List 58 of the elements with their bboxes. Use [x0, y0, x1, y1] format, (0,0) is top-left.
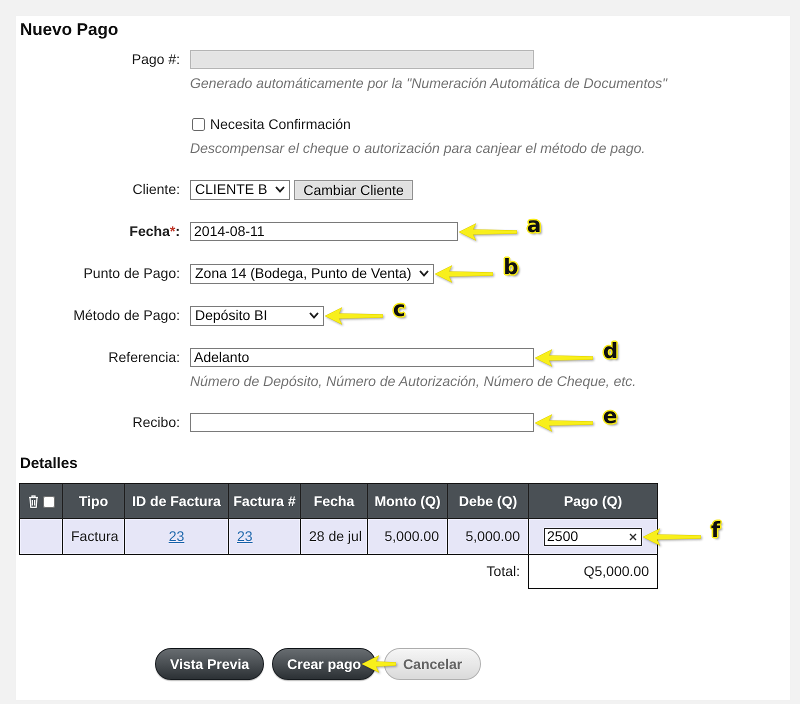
- callout-arrow: [459, 222, 517, 240]
- invoice-link[interactable]: 23: [237, 528, 253, 544]
- chevron-down-icon[interactable]: [419, 270, 430, 277]
- callout-arrow: [535, 348, 593, 366]
- page-title: Nuevo Pago: [20, 19, 120, 41]
- change-client-button[interactable]: Cambiar Cliente: [294, 180, 413, 200]
- column-header: Fecha: [300, 484, 368, 518]
- client-select[interactable]: CLIENTE B: [190, 180, 290, 200]
- column-header: Pago (Q): [528, 484, 658, 518]
- total-label: Total:: [20, 554, 528, 588]
- field-label: Referencia:: [107, 348, 180, 367]
- callout-letter: a: [527, 214, 542, 236]
- field-label: Cliente:: [132, 180, 180, 199]
- help-text: Generado automáticamente por la "Numeración Automática de Documentos": [190, 74, 668, 93]
- column-header: Monto (Q): [368, 484, 448, 518]
- callout-arrow: [325, 306, 383, 324]
- field-label: Recibo:: [132, 413, 180, 432]
- invoice-link[interactable]: 23: [168, 528, 184, 544]
- section-title: Detalles: [20, 454, 79, 474]
- action-button[interactable]: Cancelar: [384, 648, 482, 680]
- input-field[interactable]: Adelanto: [190, 348, 534, 367]
- table-cell: 28 de jul: [300, 518, 368, 554]
- checkbox-label[interactable]: Necesita Confirmación: [210, 114, 351, 135]
- help-text: Descompensar el cheque o autorización para canjear el método de pago.: [190, 139, 646, 158]
- total-value: Q5,000.00: [528, 554, 658, 588]
- callout-letter: f: [711, 518, 720, 540]
- dropdown-select[interactable]: Depósito BI: [190, 306, 324, 326]
- chevron-down-icon[interactable]: [309, 312, 319, 319]
- field-label: Fecha*:: [128, 222, 180, 241]
- select-all-checkbox[interactable]: [42, 496, 54, 508]
- callout-letter: d: [603, 340, 618, 362]
- callout-arrow: [535, 414, 593, 432]
- clear-icon[interactable]: [629, 532, 637, 540]
- callout-arrow: [435, 264, 494, 282]
- payment-field[interactable]: 2500: [544, 528, 642, 546]
- action-button[interactable]: Crear pago: [272, 648, 376, 680]
- checkbox[interactable]: [192, 118, 205, 131]
- field-label: Método de Pago:: [72, 306, 180, 325]
- chevron-down-icon[interactable]: [275, 186, 286, 193]
- table-cell: Factura: [62, 518, 124, 554]
- column-header: Factura #: [228, 484, 300, 518]
- column-header: Debe (Q): [448, 484, 528, 518]
- callout-letter: e: [603, 404, 618, 426]
- dropdown-select[interactable]: Zona 14 (Bodega, Punto de Venta): [190, 264, 434, 284]
- input-field[interactable]: [190, 413, 534, 432]
- callout-letter: b: [503, 256, 518, 278]
- date-field[interactable]: 2014-08-11: [190, 222, 458, 241]
- callout-arrow: [643, 528, 701, 546]
- column-header: Tipo: [62, 484, 124, 518]
- action-button[interactable]: Vista Previa: [155, 648, 264, 680]
- table-cell: 5,000.00: [368, 518, 448, 554]
- callout-letter: c: [393, 298, 406, 320]
- help-text: Número de Depósito, Número de Autorización, Número de Cheque, etc.: [190, 372, 638, 391]
- table-cell: 5,000.00: [448, 518, 528, 554]
- field-label: Punto de Pago:: [82, 264, 180, 283]
- field-label: Pago #:: [130, 50, 180, 69]
- trash-icon[interactable]: [28, 495, 38, 508]
- column-header: ID de Factura: [124, 484, 228, 518]
